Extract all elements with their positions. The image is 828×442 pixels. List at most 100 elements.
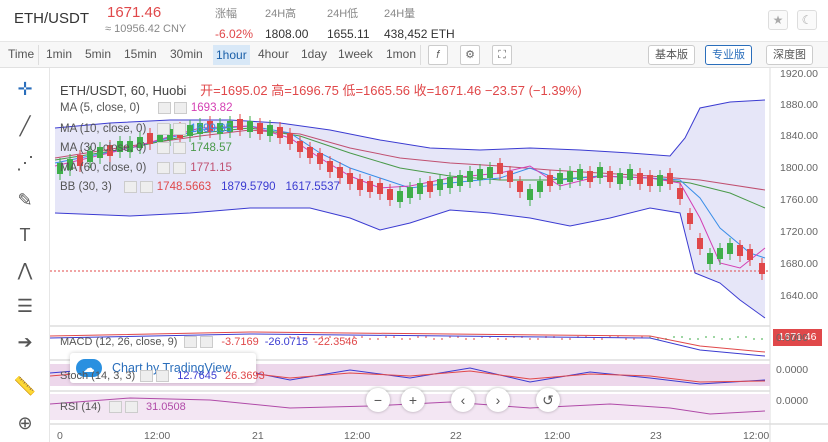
tf-4hour[interactable]: 4hour — [258, 47, 289, 61]
text-icon[interactable]: T — [12, 222, 38, 248]
eye-icon[interactable] — [157, 102, 171, 114]
candle-body — [507, 171, 513, 182]
stoch-legend: Stoch (14, 3, 3) 12.7645 26.3693 — [60, 370, 265, 383]
eye-icon[interactable] — [108, 401, 122, 414]
price-cny: ≈ 10956.42 CNY — [105, 23, 187, 35]
chart-area[interactable]: ETH/USDT, 60, Huobi 开=1695.02 高=1696.75 … — [50, 68, 828, 442]
candle-body — [447, 177, 453, 188]
price-axis-label: 1880.00 — [780, 99, 818, 111]
price-axis-label: 1840.00 — [780, 130, 818, 142]
macd-legend: MACD (12, 26, close, 9) -3.7169 -26.0715 -2… — [60, 336, 358, 349]
tf-1week[interactable]: 1week — [338, 47, 373, 61]
zoom-in-button[interactable]: + — [401, 388, 425, 412]
time-axis-label: 23 — [650, 430, 662, 442]
pitchfork-icon[interactable]: ⋰ — [12, 150, 38, 176]
indicators-icon[interactable]: 𝑓 — [428, 45, 448, 65]
pattern-icon[interactable]: ⋀ — [12, 257, 38, 283]
gear-icon[interactable] — [173, 102, 187, 114]
stat-high: 24H高 1808.00 — [265, 8, 309, 41]
candle-body — [397, 191, 403, 202]
candle-body — [307, 147, 313, 158]
ma30-legend: MA (30, close, 0) 1748.57 — [60, 142, 232, 155]
gear-icon[interactable] — [173, 123, 187, 135]
stat-low: 24H低 1655.11 — [327, 8, 370, 41]
candle-body — [557, 173, 563, 184]
eye-icon[interactable] — [184, 336, 198, 349]
candle-body — [377, 183, 383, 194]
gear-icon[interactable] — [139, 181, 153, 193]
eye-icon[interactable] — [140, 370, 154, 383]
gear-icon[interactable] — [156, 370, 170, 383]
time-axis-label: 12:00 — [743, 430, 770, 442]
brush-icon[interactable]: ✎ — [12, 187, 38, 213]
candle-body — [417, 183, 423, 194]
bollinger-lower — [54, 207, 766, 319]
night-mode-icon[interactable]: ☾ — [797, 10, 817, 30]
price-axis-label: 1680.00 — [780, 258, 818, 270]
tf-time[interactable]: Time — [8, 47, 34, 61]
gear-icon[interactable] — [124, 401, 138, 414]
time-axis-label: 12:00 — [344, 430, 371, 442]
eye-icon[interactable] — [157, 142, 171, 154]
stat-change: 涨幅 -6.02% — [215, 8, 254, 41]
eye-icon[interactable] — [157, 123, 171, 135]
rsi-legend: RSI (14) 31.0508 — [60, 401, 186, 414]
chart-legend-title: ETH/USDT, 60, Huobi 开=1695.02 高=1696.75 … — [60, 80, 582, 99]
settings-icon[interactable]: ⚙ — [460, 45, 480, 65]
view-pro-button[interactable]: 专业版 — [705, 45, 752, 65]
candle-body — [327, 161, 333, 172]
scroll-right-button[interactable]: › — [486, 388, 510, 412]
candle-body — [577, 169, 583, 180]
scroll-left-button[interactable]: ‹ — [451, 388, 475, 412]
trendline-icon[interactable]: ╱ — [12, 113, 38, 139]
symbol-label: ETH/USDT, 60, Huobi — [60, 83, 187, 98]
fib-icon[interactable]: ☰ — [12, 293, 38, 319]
price-axis-label: 1800.00 — [780, 162, 818, 174]
candle-body — [657, 175, 663, 186]
time-axis-label: 21 — [252, 430, 264, 442]
bb-legend: BB (30, 3) 1748.5663 1879.5790 1617.5537 — [60, 181, 340, 194]
candle-body — [637, 173, 643, 184]
candle-body — [537, 181, 543, 192]
tf-1mon[interactable]: 1mon — [386, 47, 416, 61]
zoom-in-icon[interactable]: ⊕ — [12, 410, 38, 436]
market-header: ETH/USDT 1671.46 ≈ 10956.42 CNY 涨幅 -6.02%… — [0, 0, 828, 42]
candle-body — [297, 141, 303, 152]
gear-icon[interactable] — [200, 336, 214, 349]
macd-axis-label: 0.0000 — [776, 332, 809, 344]
view-basic-button[interactable]: 基本版 — [648, 45, 695, 65]
tf-15min[interactable]: 15min — [124, 47, 157, 61]
ma10-legend: MA (10, close, 0) 1699.35 — [60, 123, 232, 136]
eye-icon[interactable] — [123, 181, 137, 193]
back-arrow-icon[interactable]: ➔ — [12, 329, 38, 355]
stat-volume: 24H量 438,452 ETH — [384, 8, 455, 41]
candle-body — [237, 119, 243, 130]
tf-1min[interactable]: 1min — [46, 47, 72, 61]
time-axis-label: 12:00 — [544, 430, 571, 442]
tf-1hour[interactable]: 1hour — [213, 45, 250, 65]
gear-icon[interactable] — [173, 162, 187, 174]
time-axis-label: 0 — [57, 430, 63, 442]
time-axis-label: 22 — [450, 430, 462, 442]
candle-body — [357, 179, 363, 190]
candle-body — [527, 189, 533, 200]
tf-30min[interactable]: 30min — [170, 47, 203, 61]
drawing-toolbar: ✛ ╱ ⋰ ✎ T ⋀ ☰ ➔ 📏 ⊕ — [0, 68, 50, 442]
candle-body — [277, 127, 283, 138]
favorite-star-icon[interactable]: ★ — [768, 10, 788, 30]
ruler-icon[interactable]: 📏 — [12, 373, 38, 399]
fullscreen-icon[interactable]: ⛶ — [492, 45, 512, 65]
tf-5min[interactable]: 5min — [85, 47, 111, 61]
candle-body — [517, 181, 523, 192]
tf-1day[interactable]: 1day — [301, 47, 327, 61]
eye-icon[interactable] — [157, 162, 171, 174]
reset-chart-button[interactable]: ↺ — [536, 388, 560, 412]
gear-icon[interactable] — [173, 142, 187, 154]
candle-body — [317, 153, 323, 164]
divider — [38, 45, 39, 65]
last-price: 1671.46 — [107, 4, 162, 21]
crosshair-icon[interactable]: ✛ — [12, 76, 38, 102]
zoom-out-button[interactable]: − — [366, 388, 390, 412]
ma5-legend: MA (5, close, 0) 1693.82 — [60, 102, 233, 115]
view-depth-button[interactable]: 深度图 — [766, 45, 813, 65]
